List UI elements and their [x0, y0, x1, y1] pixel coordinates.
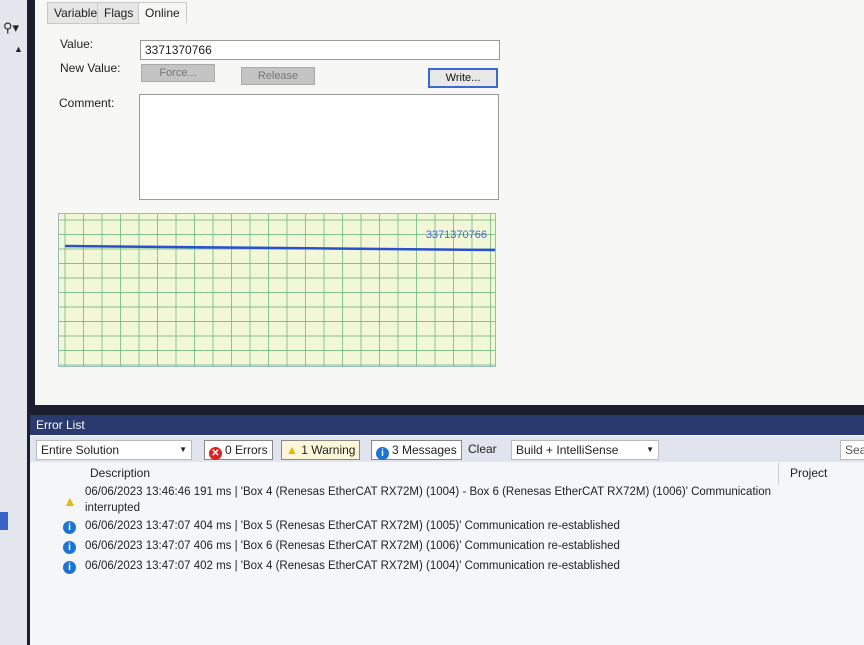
error-list-toolbar: Entire Solution ▼ ✕ 0 Errors ▲ 1 Warning i… — [30, 436, 864, 462]
column-project[interactable]: Project — [790, 466, 827, 480]
row-description-cont: interrupted — [85, 502, 140, 514]
warnings-filter-button[interactable]: ▲ 1 Warning — [281, 440, 361, 460]
info-icon: i — [63, 561, 76, 574]
new-value-label: New Value: — [60, 61, 121, 75]
row-description: 06/06/2023 13:46:46 191 ms | 'Box 4 (Ren… — [85, 486, 771, 498]
search-input[interactable]: Sear — [840, 440, 864, 460]
value-chart: 3371370766 — [58, 213, 496, 367]
errors-filter-button[interactable]: ✕ 0 Errors — [204, 440, 273, 460]
build-filter-dropdown[interactable]: Build + IntelliSense ▼ — [511, 440, 659, 460]
comment-textarea[interactable] — [139, 94, 499, 200]
column-description[interactable]: Description — [90, 466, 150, 480]
warning-icon: ▲ — [286, 443, 302, 457]
error-list-title: Error List — [30, 415, 864, 435]
selected-item[interactable] — [0, 512, 8, 530]
warning-icon: ▲ — [63, 493, 77, 509]
chevron-down-icon: ▼ — [179, 445, 187, 454]
info-icon: i — [63, 521, 76, 534]
messages-filter-button[interactable]: i3 Messages — [371, 440, 462, 460]
row-description: 06/06/2023 13:47:07 404 ms | 'Box 5 (Ren… — [85, 520, 620, 532]
clear-button[interactable]: Clear — [464, 440, 501, 458]
scope-dropdown[interactable]: Entire Solution ▼ — [36, 440, 192, 460]
release-button[interactable]: Release — [241, 67, 315, 85]
row-description: 06/06/2023 13:47:07 406 ms | 'Box 6 (Ren… — [85, 540, 620, 552]
info-icon: i — [376, 447, 389, 460]
scroll-up-icon[interactable]: ▲ — [14, 44, 23, 54]
force-button[interactable]: Force... — [141, 64, 215, 82]
tab-flags[interactable]: Flags — [97, 2, 141, 24]
tab-variable[interactable]: Variable — [47, 2, 105, 24]
search-icon[interactable]: ⚲▾ — [3, 20, 19, 36]
tab-online[interactable]: Online — [138, 2, 187, 23]
comment-label: Comment: — [59, 96, 115, 110]
error-icon: ✕ — [209, 447, 222, 460]
info-icon: i — [63, 541, 76, 554]
messages-count: 3 Messages — [392, 443, 457, 457]
value-label: Value: — [60, 37, 94, 51]
error-list-panel: Error List Entire Solution ▼ ✕ 0 Errors ▲ … — [30, 415, 864, 645]
warnings-count: 1 Warning — [301, 443, 356, 457]
chevron-down-icon: ▼ — [646, 445, 654, 454]
value-line — [64, 244, 496, 252]
write-button[interactable]: Write... — [428, 68, 498, 88]
chart-value-label: 3371370766 — [425, 229, 487, 241]
scope-value: Entire Solution — [41, 443, 120, 457]
value-field: 3371370766 — [140, 40, 500, 60]
errors-count: 0 Errors — [225, 443, 268, 457]
row-description: 06/06/2023 13:47:07 402 ms | 'Box 4 (Ren… — [85, 560, 620, 572]
build-filter-value: Build + IntelliSense — [516, 443, 619, 457]
solution-explorer-strip: ⚲▾ ▲ — [0, 0, 27, 645]
